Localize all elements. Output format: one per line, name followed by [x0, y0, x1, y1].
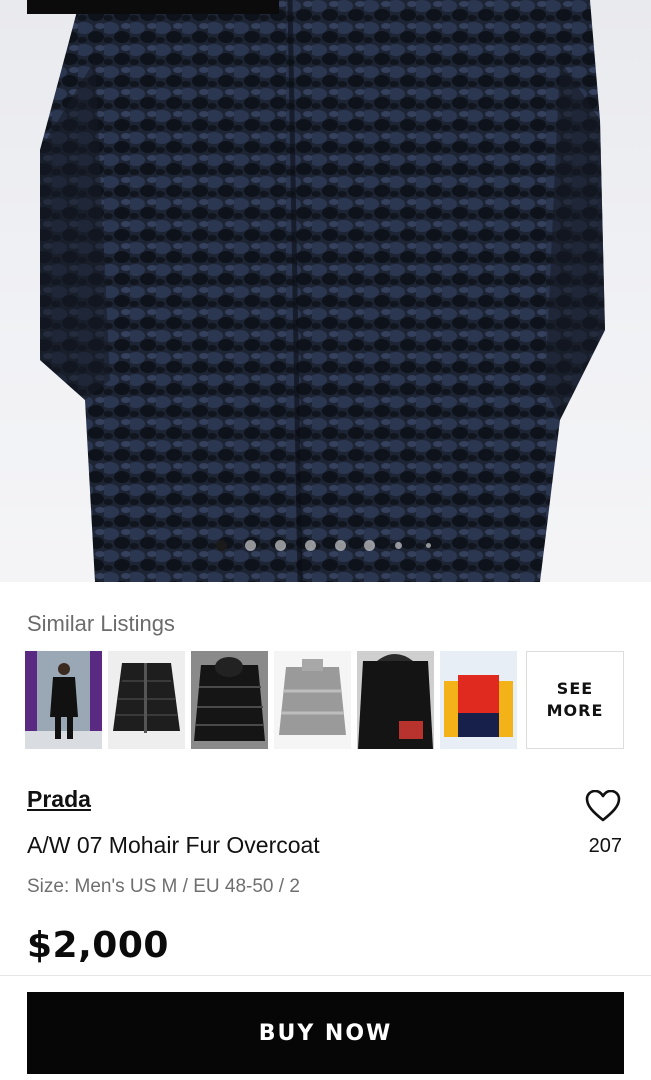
pagination-dot-7[interactable]: [395, 542, 402, 549]
pagination-dot-3[interactable]: [275, 540, 286, 551]
similar-thumb-4[interactable]: [274, 651, 351, 749]
brand-link[interactable]: Prada: [27, 786, 91, 813]
pagination-dot-8[interactable]: [426, 543, 431, 548]
similar-thumb-3[interactable]: [191, 651, 268, 749]
similar-listings-title: Similar Listings: [27, 611, 175, 636]
similar-thumb-2[interactable]: [108, 651, 185, 749]
buy-now-button[interactable]: BUY NOW: [27, 992, 624, 1074]
fur-overcoat-photo: [40, 0, 605, 582]
grey-cropped-puffer-photo: [274, 651, 351, 749]
quilted-puffer-photo: [108, 651, 185, 749]
heart-icon[interactable]: [585, 790, 621, 822]
image-overlay-bar: [27, 0, 279, 14]
similar-thumb-5[interactable]: [357, 651, 434, 749]
listing-title: A/W 07 Mohair Fur Overcoat: [27, 832, 320, 858]
like-count: 207: [588, 835, 622, 857]
see-more-button[interactable]: SEE MORE: [526, 651, 624, 749]
pagination-dot-1[interactable]: [216, 540, 227, 551]
similar-thumb-6[interactable]: [440, 651, 517, 749]
similar-thumb-1[interactable]: [25, 651, 102, 749]
image-pagination-dots[interactable]: [0, 540, 651, 552]
runway-coat-photo: [25, 651, 102, 749]
colorblock-vest-photo: [440, 651, 517, 749]
pagination-dot-6[interactable]: [364, 540, 375, 551]
divider: [0, 975, 651, 976]
pagination-dot-5[interactable]: [335, 540, 346, 551]
pagination-dot-2[interactable]: [245, 540, 256, 551]
pagination-dot-4[interactable]: [305, 540, 316, 551]
product-image[interactable]: [0, 0, 651, 582]
size-info: Size: Men's US M / EU 48-50 / 2: [27, 876, 300, 897]
black-hooded-jacket-photo: [357, 651, 434, 749]
leather-puffer-photo: [191, 651, 268, 749]
price: $2,000: [27, 925, 169, 966]
